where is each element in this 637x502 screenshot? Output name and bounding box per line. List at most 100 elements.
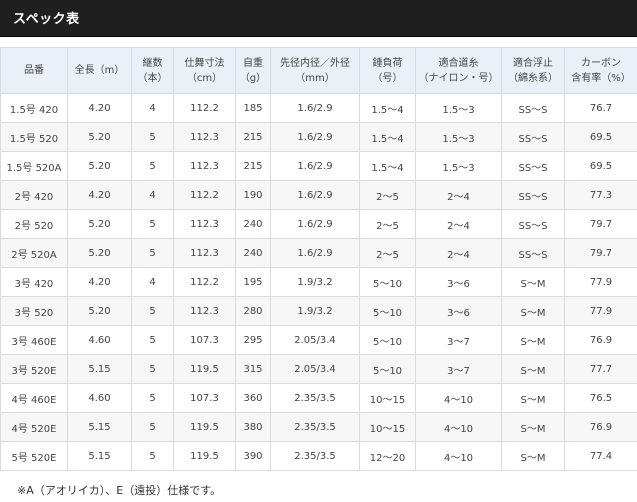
table-cell: S〜M: [501, 354, 565, 384]
table-cell: 3号 460E: [0, 325, 68, 355]
table-row: 1.5号 520 5.20 5 112.3 215 1.6/2.9 1.5〜4 1.5〜3 SS…: [0, 122, 637, 152]
table-cell: 315: [235, 354, 271, 384]
table-cell: 10〜15: [359, 412, 416, 442]
column-header: 適合道糸 （ナイロン・号）: [415, 47, 502, 94]
table-cell: 112.3: [173, 296, 236, 326]
table-cell: 4: [131, 267, 174, 297]
table-cell: 5: [131, 151, 174, 181]
table-cell: 76.5: [564, 383, 637, 413]
table-cell: 5.15: [67, 412, 132, 442]
table-row: 1.5号 520A 5.20 5 112.3 215 1.6/2.9 1.5〜4 1.5〜3 S…: [0, 151, 637, 181]
table-cell: 5〜10: [359, 325, 416, 355]
table-cell: 77.7: [564, 354, 637, 384]
table-cell: 360: [235, 383, 271, 413]
table-cell: 2〜5: [359, 238, 416, 268]
table-cell: 1.9/3.2: [270, 267, 360, 297]
table-cell: 5.20: [67, 296, 132, 326]
table-cell: 4〜10: [415, 412, 502, 442]
table-cell: 5: [131, 441, 174, 471]
table-cell: 5.20: [67, 151, 132, 181]
table-cell: 1.5〜3: [415, 151, 502, 181]
table-cell: 1.6/2.9: [270, 151, 360, 181]
table-cell: 2〜4: [415, 180, 502, 210]
table-cell: 4: [131, 93, 174, 123]
table-cell: 2.35/3.5: [270, 412, 360, 442]
table-cell: SS〜S: [501, 238, 565, 268]
table-cell: 112.3: [173, 238, 236, 268]
table-cell: 3〜7: [415, 354, 502, 384]
table-row: 3号 420 4.20 4 112.2 195 1.9/3.2 5〜10 3〜6 S〜M 77.9: [0, 267, 637, 297]
table-cell: 5: [131, 412, 174, 442]
table-cell: 215: [235, 122, 271, 152]
table-cell: 5: [131, 325, 174, 355]
table-cell: SS〜S: [501, 180, 565, 210]
table-cell: 4: [131, 180, 174, 210]
table-cell: 5.20: [67, 238, 132, 268]
page-header: スペック表: [0, 0, 637, 37]
table-cell: 1.5〜4: [359, 122, 416, 152]
table-cell: 2.05/3.4: [270, 325, 360, 355]
table-cell: S〜M: [501, 383, 565, 413]
table-cell: S〜M: [501, 441, 565, 471]
table-row: 2号 420 4.20 4 112.2 190 1.6/2.9 2〜5 2〜4 SS〜S 77.3: [0, 180, 637, 210]
table-cell: 4〜10: [415, 441, 502, 471]
table-cell: 76.9: [564, 325, 637, 355]
table-row: 3号 520 5.20 5 112.3 280 1.9/3.2 5〜10 3〜6 S〜M 77.9: [0, 296, 637, 326]
table-cell: 1.9/3.2: [270, 296, 360, 326]
table-cell: 1.5〜4: [359, 93, 416, 123]
column-header: 適合浮止 （綿糸系）: [501, 47, 565, 94]
table-header-row: 品番 全長（m） 継数 （本） 仕舞寸法 （cm） 自重 （g） 先径内径／外径 （mm） 錘負荷（…: [0, 47, 637, 94]
table-cell: 5: [131, 296, 174, 326]
table-cell: 4.20: [67, 267, 132, 297]
table-row: 5号 520E 5.15 5 119.5 390 2.35/3.5 12〜20 4〜10 S〜M…: [0, 441, 637, 471]
table-cell: 107.3: [173, 383, 236, 413]
table-row: 2号 520A 5.20 5 112.3 240 1.6/2.9 2〜5 2〜4 SS〜S 79.…: [0, 238, 637, 268]
table-cell: 119.5: [173, 412, 236, 442]
table-row: 4号 460E 4.60 5 107.3 360 2.35/3.5 10〜15 4〜10 S〜M…: [0, 383, 637, 413]
table-cell: 5.15: [67, 354, 132, 384]
table-cell: 1.6/2.9: [270, 238, 360, 268]
table-cell: 1.6/2.9: [270, 180, 360, 210]
table-cell: 77.9: [564, 267, 637, 297]
table-cell: 1.5〜3: [415, 122, 502, 152]
column-header: 継数 （本）: [131, 47, 174, 94]
table-cell: S〜M: [501, 296, 565, 326]
table-cell: 107.3: [173, 325, 236, 355]
table-cell: 119.5: [173, 441, 236, 471]
table-cell: 240: [235, 238, 271, 268]
table-cell: 5〜10: [359, 296, 416, 326]
table-cell: 5: [131, 383, 174, 413]
table-cell: SS〜S: [501, 151, 565, 181]
table-cell: 79.7: [564, 238, 637, 268]
table-cell: 3〜7: [415, 325, 502, 355]
table-cell: 3〜6: [415, 267, 502, 297]
table-cell: 2.35/3.5: [270, 383, 360, 413]
table-cell: 3号 520E: [0, 354, 68, 384]
table-cell: 76.9: [564, 412, 637, 442]
column-header: 錘負荷 （号）: [359, 47, 416, 94]
table-cell: 280: [235, 296, 271, 326]
table-row: 4号 520E 5.15 5 119.5 380 2.35/3.5 10〜15 4〜10 S〜M…: [0, 412, 637, 442]
footnote: ※A（アオリイカ）、E（遠投）仕様です。: [17, 484, 222, 497]
table-cell: 2〜4: [415, 238, 502, 268]
table-cell: 112.2: [173, 267, 236, 297]
table-cell: 112.3: [173, 209, 236, 239]
table-cell: 5〜10: [359, 354, 416, 384]
table-cell: 69.5: [564, 151, 637, 181]
table-cell: 2〜4: [415, 209, 502, 239]
table-row: 3号 520E 5.15 5 119.5 315 2.05/3.4 5〜10 3〜7 S〜M 77…: [0, 354, 637, 384]
table-cell: 10〜15: [359, 383, 416, 413]
table-cell: 4号 520E: [0, 412, 68, 442]
table-cell: SS〜S: [501, 209, 565, 239]
table-cell: 5: [131, 122, 174, 152]
table-cell: 190: [235, 180, 271, 210]
table-cell: 2号 520A: [0, 238, 68, 268]
table-cell: 1.5号 420: [0, 93, 68, 123]
table-cell: 2.05/3.4: [270, 354, 360, 384]
table-cell: 5.20: [67, 122, 132, 152]
table-cell: 5号 520E: [0, 441, 68, 471]
table-cell: 5.15: [67, 441, 132, 471]
column-header: 自重 （g）: [235, 47, 271, 94]
table-body: 1.5号 420 4.20 4 112.2 185 1.6/2.9 1.5〜4 1.5〜3 SS…: [0, 93, 637, 471]
table-cell: 185: [235, 93, 271, 123]
